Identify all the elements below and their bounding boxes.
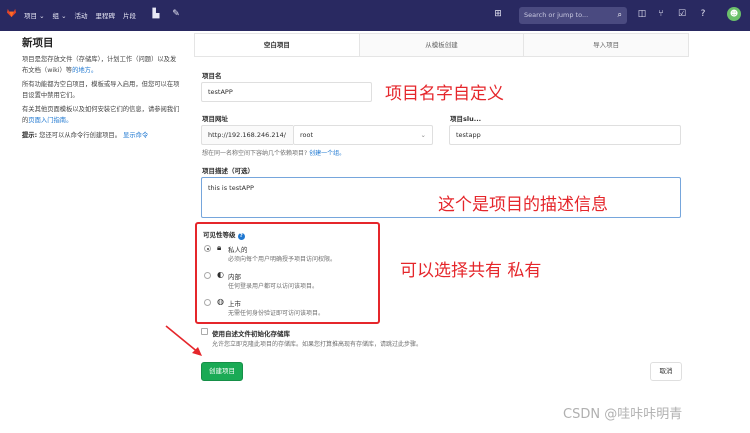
search-icon: ⌕ — [617, 10, 622, 19]
info-column: 新项目 项目是您存放文件（存储库），计划工作（问题）以及发布文档（wiki）等的… — [22, 35, 182, 139]
top-navbar: 项目 ⌄ 组 ⌄ 活动 里程碑 片段 ▙ ✎ ⊞ Search or jump … — [0, 0, 750, 31]
info-paragraph-1: 项目是您存放文件（存储库），计划工作（问题）以及发布文档（wiki）等的地方。 — [22, 55, 182, 76]
radio-internal[interactable] — [204, 272, 211, 279]
tip: 提示: 您还可以从命令行创建项目。 显示命令 — [22, 130, 182, 139]
option-title: 内部 — [228, 273, 241, 281]
docs-link[interactable]: 的地方。 — [72, 67, 97, 74]
nav-activity[interactable]: 活动 — [75, 10, 88, 20]
tab-blank-project[interactable]: 空白项目 — [195, 34, 360, 56]
question-icon[interactable]: ? — [237, 233, 245, 240]
chart-icon[interactable]: ▙ — [150, 8, 162, 20]
project-description-label: 项目描述（可选） — [202, 167, 254, 175]
merge-request-icon[interactable]: ⑂ — [655, 8, 667, 20]
option-desc: 必须向每个用户明确授予项目访问权限。 — [228, 256, 337, 263]
option-desc: 无需任何身份验证即可访问该项目。 — [228, 310, 325, 317]
shield-icon: ◐ — [217, 270, 224, 279]
nav-menu: 项目 ⌄ 组 ⌄ 活动 里程碑 片段 — [24, 10, 136, 20]
tip-text: 您还可以从命令行创建项目。 — [39, 132, 121, 139]
watermark: CSDN @哇咔咔明青 — [563, 407, 683, 422]
option-title: 私人的 — [228, 246, 248, 254]
show-command-link[interactable]: 显示命令 — [123, 132, 148, 139]
visibility-highlight-box: 可见性等级 ? 🔒︎ 私人的 必须向每个用户明确授予项目访问权限。 ◐ 内部 任… — [195, 222, 380, 324]
project-slug-label: 项目slu... — [450, 115, 482, 123]
radio-private[interactable] — [204, 245, 211, 252]
avatar-icon[interactable]: ☻ — [727, 7, 741, 21]
annotation-visibility-note: 可以选择共有 私有 — [400, 261, 542, 281]
pages-guide-link[interactable]: 页面入门指南。 — [28, 117, 72, 124]
info-paragraph-3: 有关其他页面模板以及如何安装它们的信息，请参阅我们的页面入门指南。 — [22, 105, 182, 126]
option-title: 上市 — [228, 300, 241, 308]
nav-milestones[interactable]: 里程碑 — [96, 10, 116, 20]
gitlab-logo-icon[interactable] — [6, 7, 17, 18]
create-project-button[interactable]: 创建项目 — [201, 362, 243, 381]
annotation-desc-note: 这个是项目的描述信息 — [438, 195, 608, 215]
lock-icon: 🔒︎ — [217, 243, 222, 252]
namespace-help: 想在同一名称空间下容纳几个依赖项目? 创建一个组。 — [202, 148, 345, 157]
tab-import-project[interactable]: 导入项目 — [524, 34, 688, 56]
create-group-link[interactable]: 创建一个组。 — [309, 150, 345, 157]
search-placeholder: Search or jump to... — [524, 11, 589, 19]
nav-projects[interactable]: 项目 ⌄ — [24, 10, 45, 20]
help-icon[interactable]: ? — [697, 8, 709, 20]
namespace-select[interactable]: root ⌄ — [293, 125, 433, 145]
todo-icon[interactable]: ☑ — [676, 8, 688, 20]
annotation-arrow-icon — [165, 325, 202, 356]
namespace-help-text: 想在同一名称空间下容纳几个依赖项目? — [202, 150, 308, 157]
annotation-name-note: 项目名字自定义 — [385, 84, 504, 104]
init-readme-label: 使用自述文件初始化存储库 — [212, 330, 290, 338]
wrench-icon[interactable]: ✎ — [170, 8, 182, 20]
search-input[interactable]: Search or jump to... ⌕ — [519, 7, 627, 24]
nav-groups[interactable]: 组 ⌄ — [53, 10, 67, 20]
page-title: 新项目 — [22, 37, 54, 49]
plus-dropdown-icon[interactable]: ⊞ — [492, 8, 504, 20]
info-text-1: 项目是您存放文件（存储库），计划工作（问题）以及发布文档（wiki）等 — [22, 56, 177, 74]
project-url-label: 项目网址 — [202, 115, 228, 123]
project-slug-input[interactable]: testapp — [449, 125, 681, 145]
namespace-value: root — [300, 131, 314, 139]
chevron-down-icon: ⌄ — [420, 131, 426, 139]
init-readme-help: 允许您立即克隆此项目的存储库。如果您打算推高现有存储库，请跳过此步骤。 — [212, 341, 423, 348]
tab-from-template[interactable]: 从模板创建 — [360, 34, 525, 56]
visibility-label-text: 可见性等级 — [203, 231, 236, 239]
option-desc: 任何登录用户都可以访问该项目。 — [228, 283, 319, 290]
tip-label: 提示: — [22, 132, 38, 139]
radio-public[interactable] — [204, 299, 211, 306]
visibility-label: 可见性等级 ? — [203, 229, 245, 240]
globe-icon: ◍ — [217, 297, 224, 306]
project-name-label: 项目名 — [202, 72, 222, 80]
url-prefix: http://192.168.246.214/ — [201, 125, 293, 145]
issues-icon[interactable]: ◫ — [636, 8, 648, 20]
project-name-input[interactable]: testAPP — [201, 82, 372, 102]
cancel-button[interactable]: 取消 — [650, 362, 682, 381]
info-paragraph-2: 所有功能都为空白项目，模板或导入启用，但您可以在项目设置中禁用它们。 — [22, 81, 180, 99]
project-tabs: 空白项目 从模板创建 导入项目 — [194, 33, 689, 57]
nav-snippets[interactable]: 片段 — [123, 10, 136, 20]
